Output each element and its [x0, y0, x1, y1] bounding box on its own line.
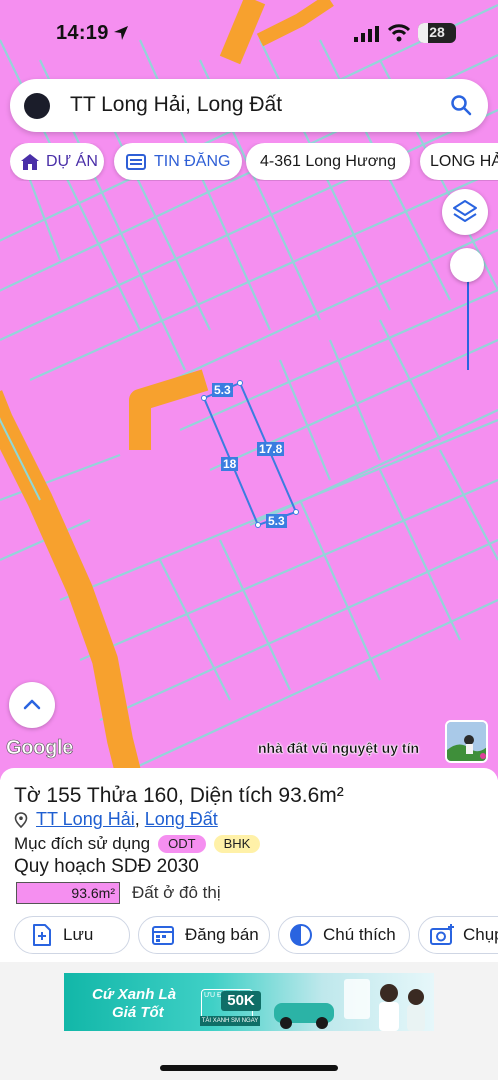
location-row: TT Long Hải , Long Đất [14, 809, 218, 830]
avatar[interactable] [445, 720, 488, 763]
filter-chips: DỰ ÁN TIN ĐĂNG 4-361 Long Hương LONG HẢI [10, 143, 498, 181]
chip-du-an[interactable]: DỰ ÁN [10, 143, 104, 180]
ad-area: Cứ Xanh Là Giá Tốt ƯU ĐÃI ĐẾN 50K TÀI XA… [0, 962, 498, 1080]
measure-label-top: 5.3 [212, 383, 233, 397]
search-query[interactable]: TT Long Hải, Long Đất [70, 93, 282, 117]
chip-long-hai[interactable]: LONG HẢI [420, 143, 498, 180]
land-use-label: Mục đích sử dụng [14, 834, 151, 853]
location-district-link[interactable]: Long Đất [145, 809, 218, 830]
cellular-signal-icon [354, 26, 379, 42]
listing-icon [126, 153, 146, 170]
save-button[interactable]: Lưu [14, 916, 130, 954]
slider-track[interactable] [467, 278, 469, 370]
parcel-info-panel: Tờ 155 Thửa 160, Diện tích 93.6m² TT Lon… [0, 768, 498, 968]
plan-area-swatch: 93.6m² [16, 882, 120, 904]
capture-label: Chụp [463, 925, 498, 944]
ad-illustration [274, 979, 425, 1031]
battery-level-text: 28 [429, 24, 445, 40]
badge-odt[interactable]: ODT [158, 835, 206, 853]
chip-tin-dang[interactable]: TIN ĐĂNG [114, 143, 242, 180]
opacity-slider[interactable] [450, 248, 486, 378]
action-buttons: Lưu Đăng bán Chú thích Chụ [0, 916, 498, 956]
calendar-icon [152, 926, 174, 945]
plan-title: Quy hoạch SDĐ 2030 [14, 856, 199, 877]
ad-line1: Cứ Xanh Là [92, 986, 177, 1003]
slider-thumb[interactable] [450, 248, 484, 282]
home-icon [21, 153, 39, 170]
status-time: 14:19 [56, 22, 109, 44]
google-attribution: Google [6, 737, 74, 760]
save-label: Lưu [63, 925, 94, 944]
post-sale-button[interactable]: Đăng bán [138, 916, 270, 954]
map-view[interactable]: 5.3 17.8 18 5.3 14:19 28 TT Long Hải, Lo… [0, 0, 498, 780]
search-bar[interactable]: TT Long Hải, Long Đất [10, 79, 488, 132]
home-indicator[interactable] [160, 1065, 338, 1071]
add-document-icon [33, 924, 51, 946]
measure-label-right: 17.8 [257, 442, 285, 456]
wifi-icon [388, 24, 410, 42]
layers-button[interactable] [442, 189, 488, 235]
plan-type-label: Đất ở đô thị [132, 883, 221, 902]
location-arrow-icon [114, 26, 128, 40]
measure-label-left: 18 [221, 457, 239, 471]
half-circle-icon [290, 924, 312, 946]
measure-label-bottom: 5.3 [266, 514, 287, 528]
parcel-title: Tờ 155 Thửa 160, Diện tích 93.6m² [14, 784, 344, 807]
app-logo-icon [24, 93, 50, 119]
avatar-image [447, 722, 486, 761]
plan-row: 93.6m² Đất ở đô thị [16, 882, 221, 904]
legend-label: Chú thích [323, 925, 396, 944]
land-use-row: Mục đích sử dụng ODT BHK [14, 834, 261, 854]
chip-long-huong[interactable]: 4-361 Long Hương [246, 143, 410, 180]
capture-button[interactable]: Chụp [418, 916, 498, 954]
ad-sub: TÀI XANH SM NGAY [200, 1016, 260, 1026]
ad-banner[interactable]: Cứ Xanh Là Giá Tốt ƯU ĐÃI ĐẾN 50K TÀI XA… [64, 973, 434, 1031]
location-separator: , [134, 809, 145, 829]
badge-bhk[interactable]: BHK [213, 835, 261, 853]
search-icon[interactable] [450, 94, 472, 116]
post-sale-label: Đăng bán [185, 925, 259, 944]
location-town-link[interactable]: TT Long Hải [36, 809, 135, 830]
layers-icon [453, 200, 477, 222]
status-bar: 14:19 28 [0, 0, 498, 66]
ad-line2: Giá Tốt [112, 1004, 164, 1021]
camera-plus-icon [430, 924, 454, 945]
legend-button[interactable]: Chú thích [278, 916, 410, 954]
location-pin-icon [14, 811, 28, 828]
chevron-up-icon [23, 699, 41, 710]
watermark-text: nhà đất vũ nguyệt uy tín [258, 740, 420, 756]
ad-amount: 50K [221, 991, 261, 1011]
battery-icon: 28 [418, 23, 456, 43]
expand-up-button[interactable] [9, 682, 55, 728]
